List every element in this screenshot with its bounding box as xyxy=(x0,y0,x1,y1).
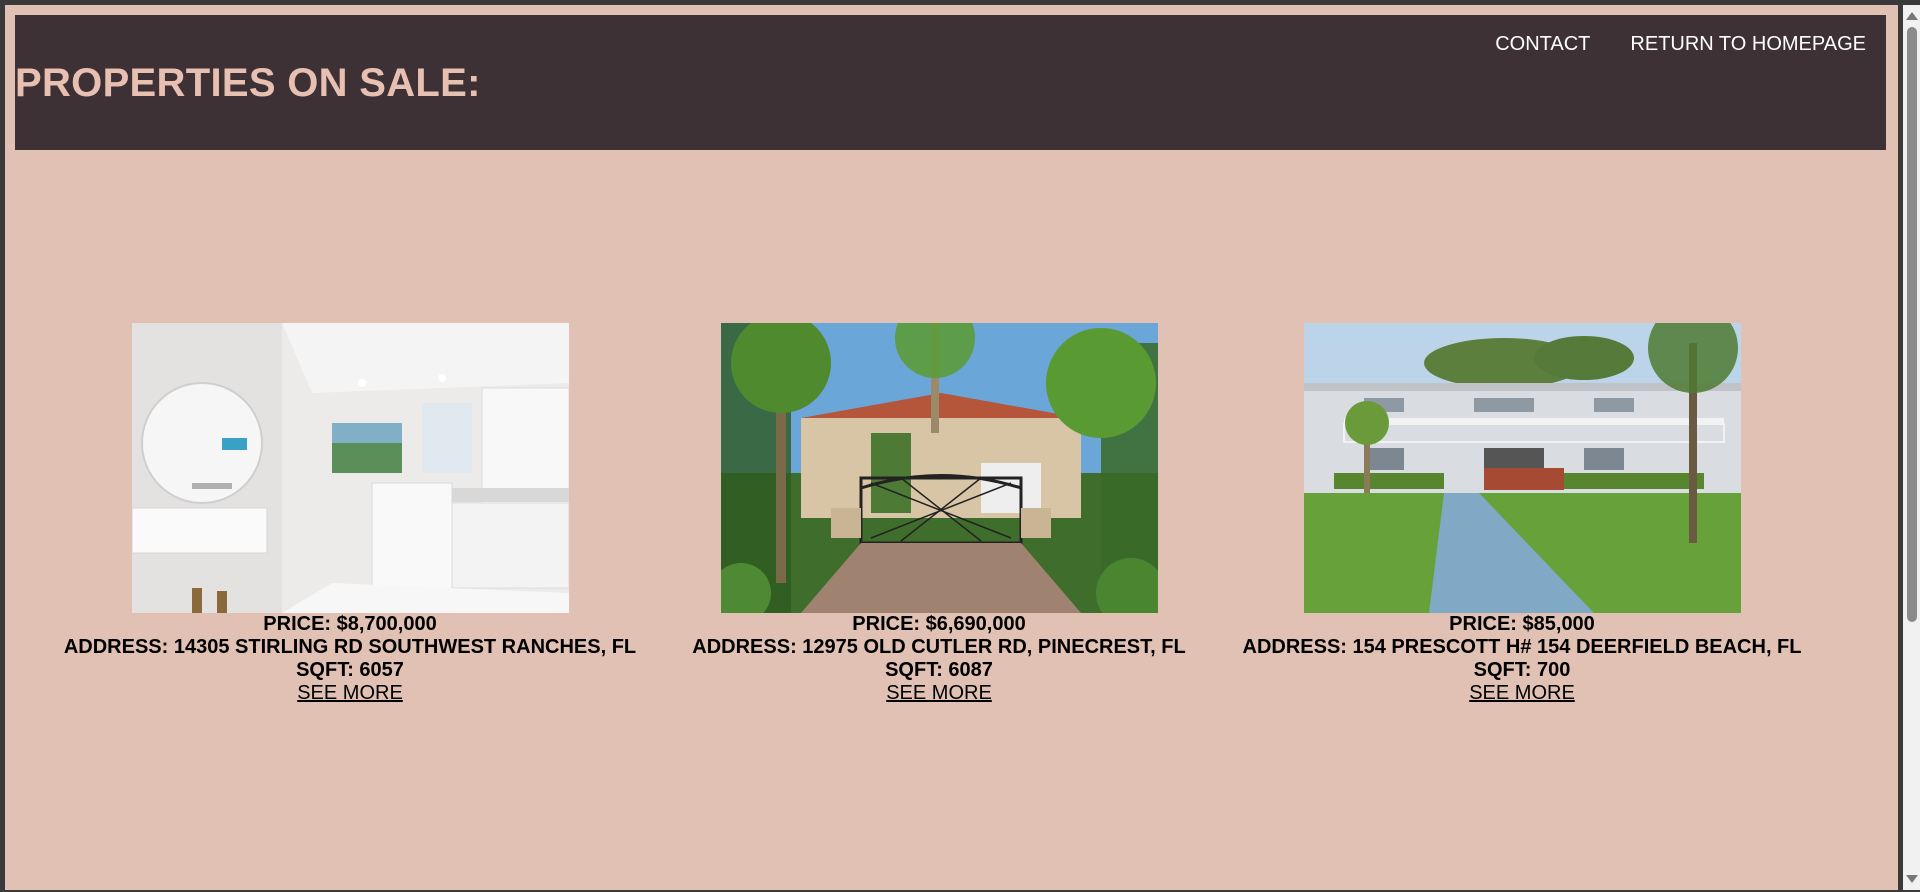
see-more-link[interactable]: SEE MORE xyxy=(297,682,403,705)
site-header: PROPERTIES ON SALE: CONTACT RETURN TO HO… xyxy=(15,15,1886,150)
property-card: PRICE: $8,700,000 ADDRESS: 14305 STIRLIN… xyxy=(45,323,655,705)
page-title: PROPERTIES ON SALE: xyxy=(15,61,481,105)
condo-building-photo[interactable] xyxy=(1303,323,1741,613)
see-more-link[interactable]: SEE MORE xyxy=(1469,682,1575,705)
scroll-up-arrow-icon[interactable] xyxy=(1906,12,1918,20)
vertical-scrollbar[interactable] xyxy=(1903,5,1920,890)
listing-sqft: SQFT: 700 xyxy=(1473,659,1571,681)
listing-address: ADDRESS: 12975 OLD CUTLER RD, PINECREST,… xyxy=(692,636,1186,658)
property-card: PRICE: $85,000 ADDRESS: 154 PRESCOTT H# … xyxy=(1217,323,1827,705)
page-frame: PROPERTIES ON SALE: CONTACT RETURN TO HO… xyxy=(5,5,1898,890)
scroll-thumb[interactable] xyxy=(1907,27,1917,622)
property-card: PRICE: $6,690,000 ADDRESS: 12975 OLD CUT… xyxy=(634,323,1244,705)
listing-sqft: SQFT: 6087 xyxy=(885,659,993,681)
kitchen-interior-photo[interactable] xyxy=(131,323,569,613)
listing-sqft: SQFT: 6057 xyxy=(296,659,404,681)
scroll-down-arrow-icon[interactable] xyxy=(1906,875,1918,883)
top-nav: CONTACT RETURN TO HOMEPAGE xyxy=(1495,33,1866,56)
see-more-link[interactable]: SEE MORE xyxy=(886,682,992,705)
listing-address: ADDRESS: 14305 STIRLING RD SOUTHWEST RAN… xyxy=(63,636,637,658)
listing-price: PRICE: $6,690,000 xyxy=(852,613,1026,635)
listing-price: PRICE: $85,000 xyxy=(1449,613,1595,635)
listing-address: ADDRESS: 154 PRESCOTT H# 154 DEERFIELD B… xyxy=(1242,636,1802,658)
return-homepage-link[interactable]: RETURN TO HOMEPAGE xyxy=(1630,33,1866,56)
gated-villa-photo[interactable] xyxy=(720,323,1158,613)
listing-price: PRICE: $8,700,000 xyxy=(263,613,437,635)
contact-link[interactable]: CONTACT xyxy=(1495,33,1590,56)
